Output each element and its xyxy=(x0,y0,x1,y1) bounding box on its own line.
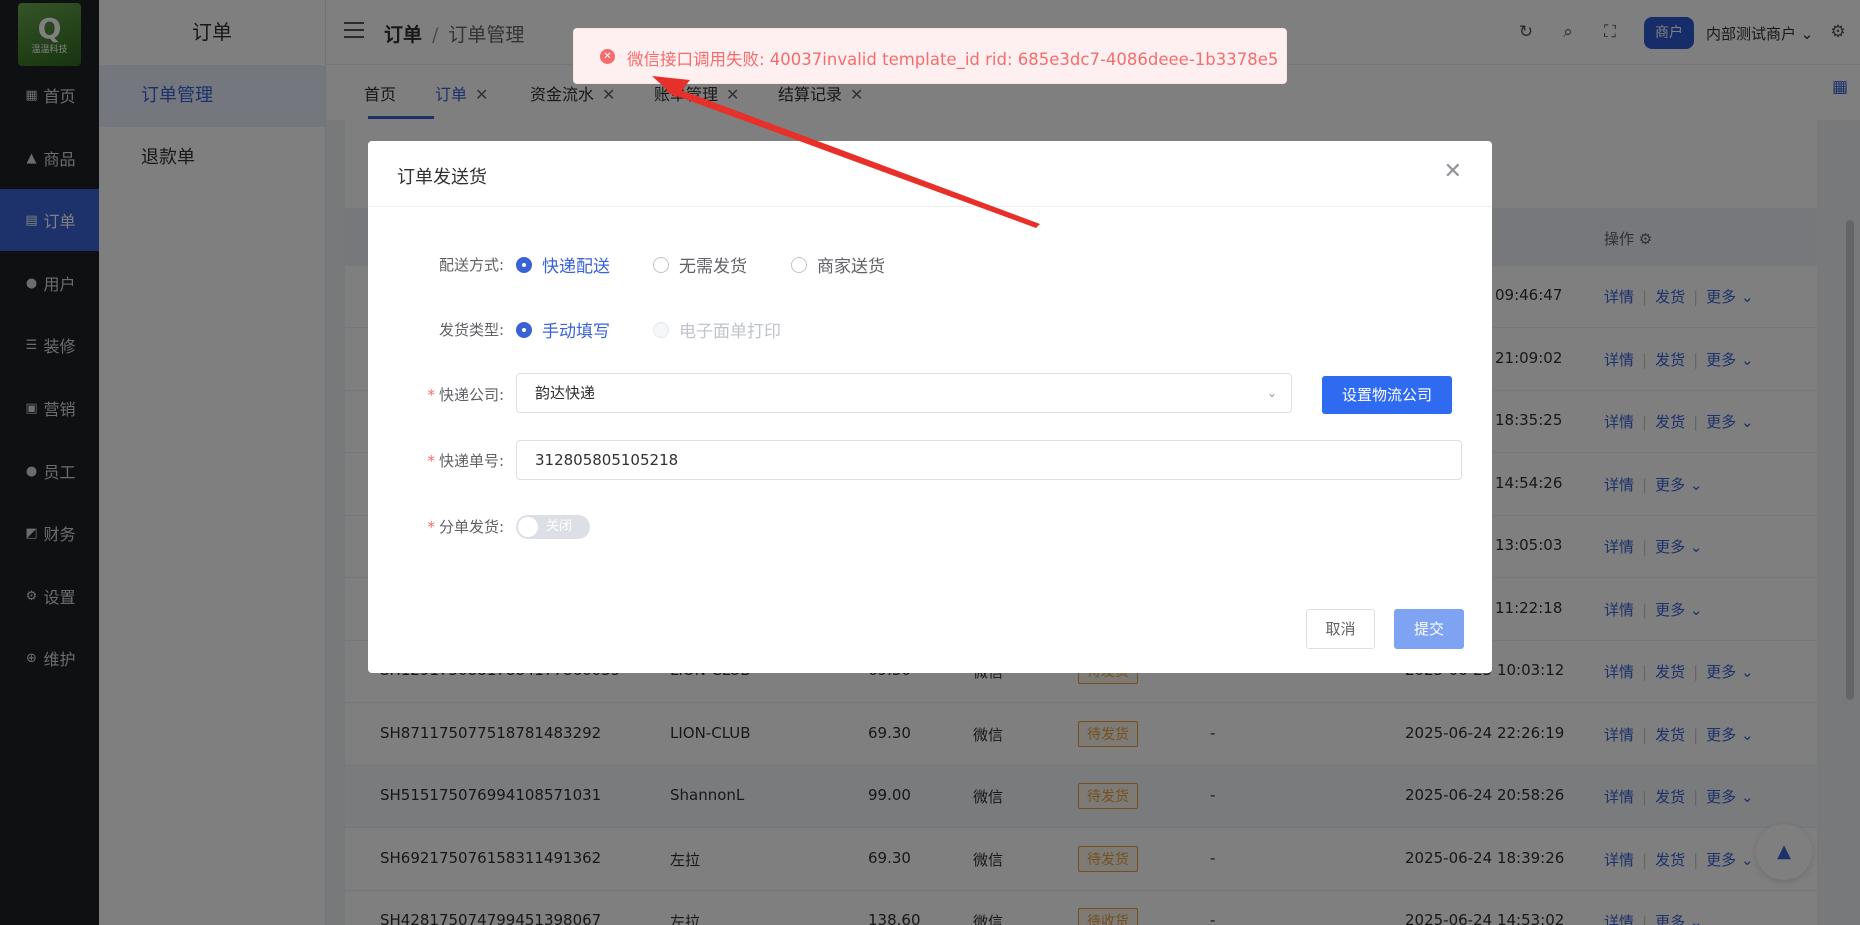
annotation-arrow xyxy=(652,76,1040,228)
annotation-arrow-shape xyxy=(666,86,1040,228)
